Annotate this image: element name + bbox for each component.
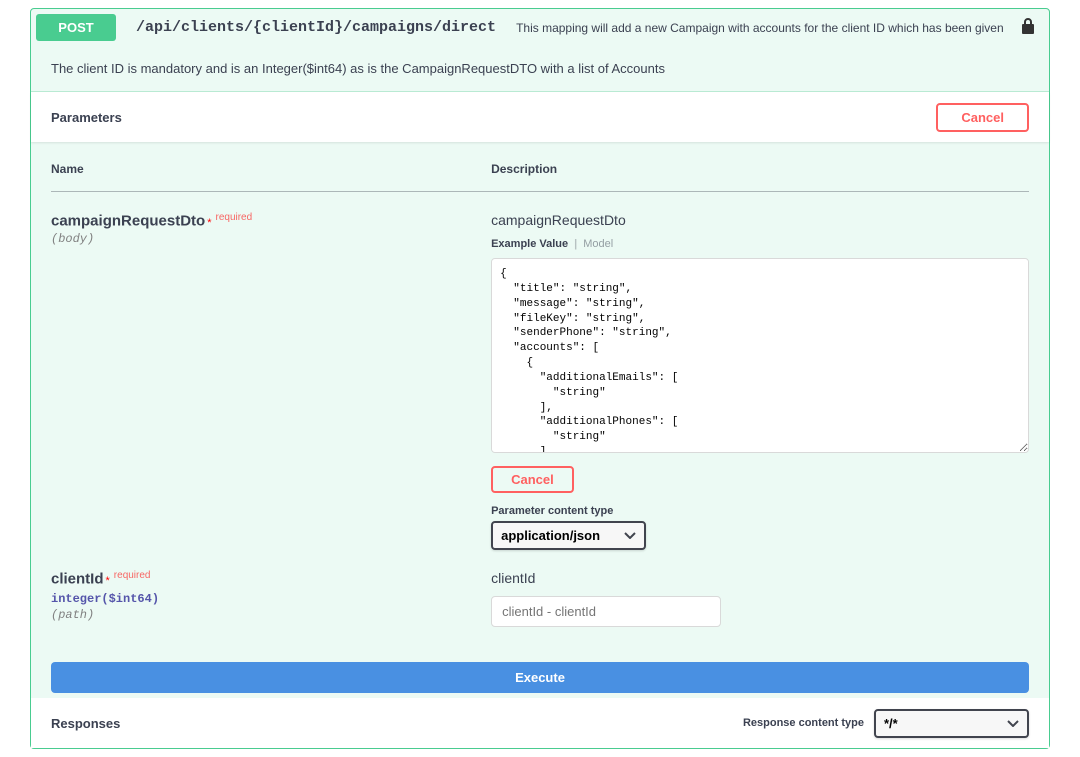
- tab-model[interactable]: Model: [583, 238, 613, 250]
- parameters-body: Name Description campaignRequestDto*requ…: [31, 142, 1049, 647]
- parameter-name: clientId: [51, 571, 104, 588]
- body-cancel-button[interactable]: Cancel: [491, 466, 574, 493]
- tab-separator: |: [574, 238, 577, 250]
- column-header-description: Description: [491, 162, 1029, 192]
- operation-block: POST /api/clients/{clientId}/campaigns/d…: [30, 8, 1050, 749]
- required-star: *: [106, 575, 110, 587]
- parameter-description: campaignRequestDto: [491, 212, 1029, 228]
- operation-summary[interactable]: POST /api/clients/{clientId}/campaigns/d…: [31, 9, 1049, 46]
- required-star: *: [207, 217, 211, 229]
- cancel-try-out-button[interactable]: Cancel: [936, 103, 1029, 132]
- parameter-name: campaignRequestDto: [51, 213, 205, 230]
- column-header-name: Name: [51, 162, 491, 192]
- parameter-in: (body): [51, 232, 491, 246]
- required-label: required: [215, 212, 252, 223]
- responses-header: Responses Response content type */*: [31, 698, 1049, 748]
- response-content-type-select[interactable]: */*: [874, 709, 1029, 738]
- operation-description: The client ID is mandatory and is an Int…: [31, 46, 1049, 92]
- parameter-row: campaignRequestDto*required (body) campa…: [51, 192, 1029, 551]
- lock-icon[interactable]: [1020, 17, 1036, 38]
- responses-title: Responses: [51, 716, 120, 731]
- clientid-input[interactable]: [491, 596, 721, 627]
- endpoint-path: /api/clients/{clientId}/campaigns/direct: [126, 19, 506, 36]
- method-badge: POST: [36, 14, 116, 41]
- parameter-content-type-label: Parameter content type: [491, 505, 1029, 517]
- parameter-description: clientId: [491, 570, 1029, 586]
- parameter-type: integer($int64): [51, 592, 491, 606]
- endpoint-summary: This mapping will add a new Campaign wit…: [506, 21, 1020, 35]
- model-example-tabs: Example Value | Model: [491, 238, 1029, 250]
- parameter-content-type-select[interactable]: application/json: [491, 521, 646, 550]
- parameters-table: Name Description campaignRequestDto*requ…: [51, 162, 1029, 627]
- execute-button[interactable]: Execute: [51, 662, 1029, 693]
- required-label: required: [114, 570, 151, 581]
- response-content-type-label: Response content type: [743, 717, 864, 729]
- request-body-textarea[interactable]: [491, 258, 1029, 453]
- parameters-title: Parameters: [51, 110, 122, 125]
- parameter-in: (path): [51, 608, 491, 622]
- tab-example-value[interactable]: Example Value: [491, 238, 568, 250]
- parameter-row: clientId*required integer($int64) (path)…: [51, 550, 1029, 627]
- parameters-header: Parameters Cancel: [31, 92, 1049, 142]
- execute-wrapper: Execute: [31, 647, 1049, 698]
